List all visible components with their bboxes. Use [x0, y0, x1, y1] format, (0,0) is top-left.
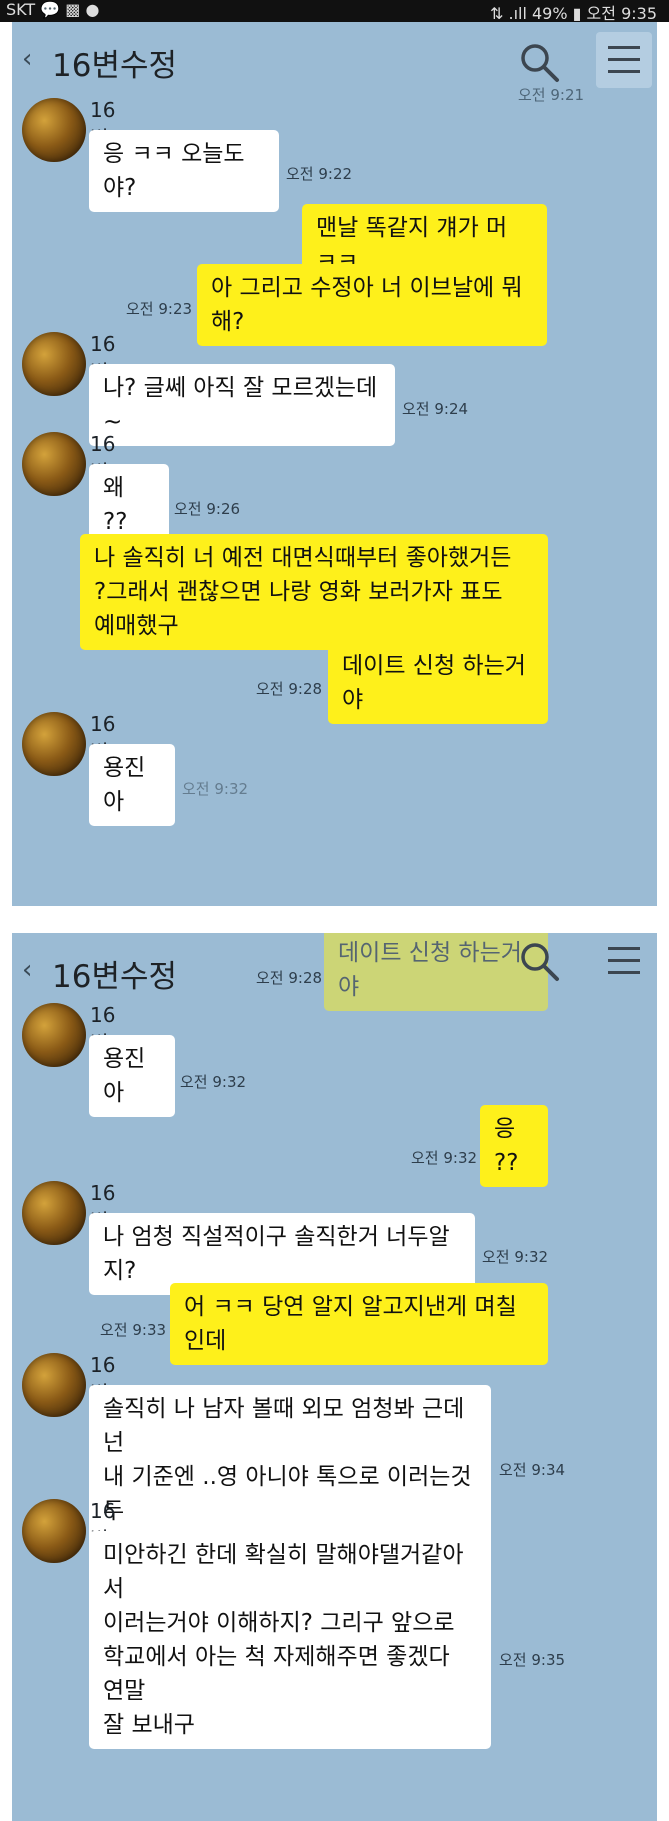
- message-time: 오전 9:32: [182, 780, 249, 798]
- message-bubble[interactable]: 아 그리고 수정아 너 이브날에 뭐해?: [197, 264, 547, 346]
- message-bubble[interactable]: 응 ??: [480, 1105, 548, 1187]
- status-left: SKT 💬 ▩ ●: [6, 0, 100, 19]
- avatar[interactable]: [22, 712, 86, 776]
- status-bar: SKT 💬 ▩ ● ⇅ .ıll 49% ▮ 오전 9:35: [0, 0, 669, 23]
- status-right: ⇅ .ıll 49% ▮ 오전 9:35: [490, 4, 657, 23]
- message-time: 오전 9:32: [411, 1149, 478, 1167]
- message-bubble[interactable]: 나? 글쎄 아직 잘 모르겠는데 ~: [89, 364, 395, 446]
- avatar[interactable]: [22, 98, 86, 162]
- message-bubble[interactable]: 용진아: [89, 1035, 175, 1117]
- search-icon[interactable]: [517, 939, 561, 983]
- avatar[interactable]: [22, 1353, 86, 1417]
- menu-icon[interactable]: [596, 32, 652, 88]
- avatar[interactable]: [22, 1181, 86, 1245]
- message-time: 오전 9:23: [126, 300, 193, 318]
- message-bubble[interactable]: 나 솔직히 너 예전 대면식때부터 좋아했거든 ?그래서 괜찮으면 나랑 영화 …: [80, 534, 548, 650]
- search-icon[interactable]: [517, 40, 561, 84]
- message-bubble[interactable]: 미안하긴 한데 확실히 말해야댈거같아서 이러는거야 이해하지? 그리구 앞으로…: [89, 1531, 491, 1749]
- chat-title: 16변수정: [52, 48, 178, 84]
- menu-icon[interactable]: [596, 933, 652, 989]
- message-bubble[interactable]: 데이트 신청 하는거야: [328, 642, 548, 724]
- message-time: 오전 9:35: [499, 1651, 566, 1669]
- avatar[interactable]: [22, 432, 86, 496]
- avatar[interactable]: [22, 1499, 86, 1563]
- message-time: 오전 9:33: [100, 1321, 167, 1339]
- message-time: 오전 9:24: [402, 400, 469, 418]
- message-time: 오전 9:32: [180, 1073, 247, 1091]
- message-time: 오전 9:34: [499, 1461, 566, 1479]
- back-icon[interactable]: ‹: [22, 44, 32, 74]
- message-bubble[interactable]: 응 ㅋㅋ 오늘도야?: [89, 130, 279, 212]
- message-bubble[interactable]: 용진아: [89, 744, 175, 826]
- message-time: 오전 9:32: [482, 1248, 549, 1266]
- avatar[interactable]: [22, 332, 86, 396]
- message-time: 오전 9:26: [174, 500, 241, 518]
- message-time: 오전 9:28: [256, 680, 323, 698]
- message-bubble[interactable]: 어 ㅋㅋ 당연 알지 알고지낸게 며칠인데: [170, 1283, 548, 1365]
- chat-header: ‹ 16변수정: [12, 933, 657, 995]
- ghost-time: 오전 9:21: [518, 86, 585, 104]
- back-icon[interactable]: ‹: [22, 955, 32, 985]
- avatar[interactable]: [22, 1003, 86, 1067]
- chat-panel-1: ‹ 16변수정 오전 9:21 16변수정 응 ㅋㅋ 오늘도야? 오전 9:22…: [12, 22, 657, 906]
- chat-header: ‹ 16변수정 오전 9:21: [12, 22, 657, 106]
- screenshot-divider: [0, 906, 669, 933]
- message-time: 오전 9:22: [286, 165, 353, 183]
- chat-panel-2: 데이트 신청 하는거야 오전 9:28 ‹ 16변수정 16변수정 용진아 오전…: [12, 933, 657, 1821]
- chat-title: 16변수정: [52, 959, 178, 995]
